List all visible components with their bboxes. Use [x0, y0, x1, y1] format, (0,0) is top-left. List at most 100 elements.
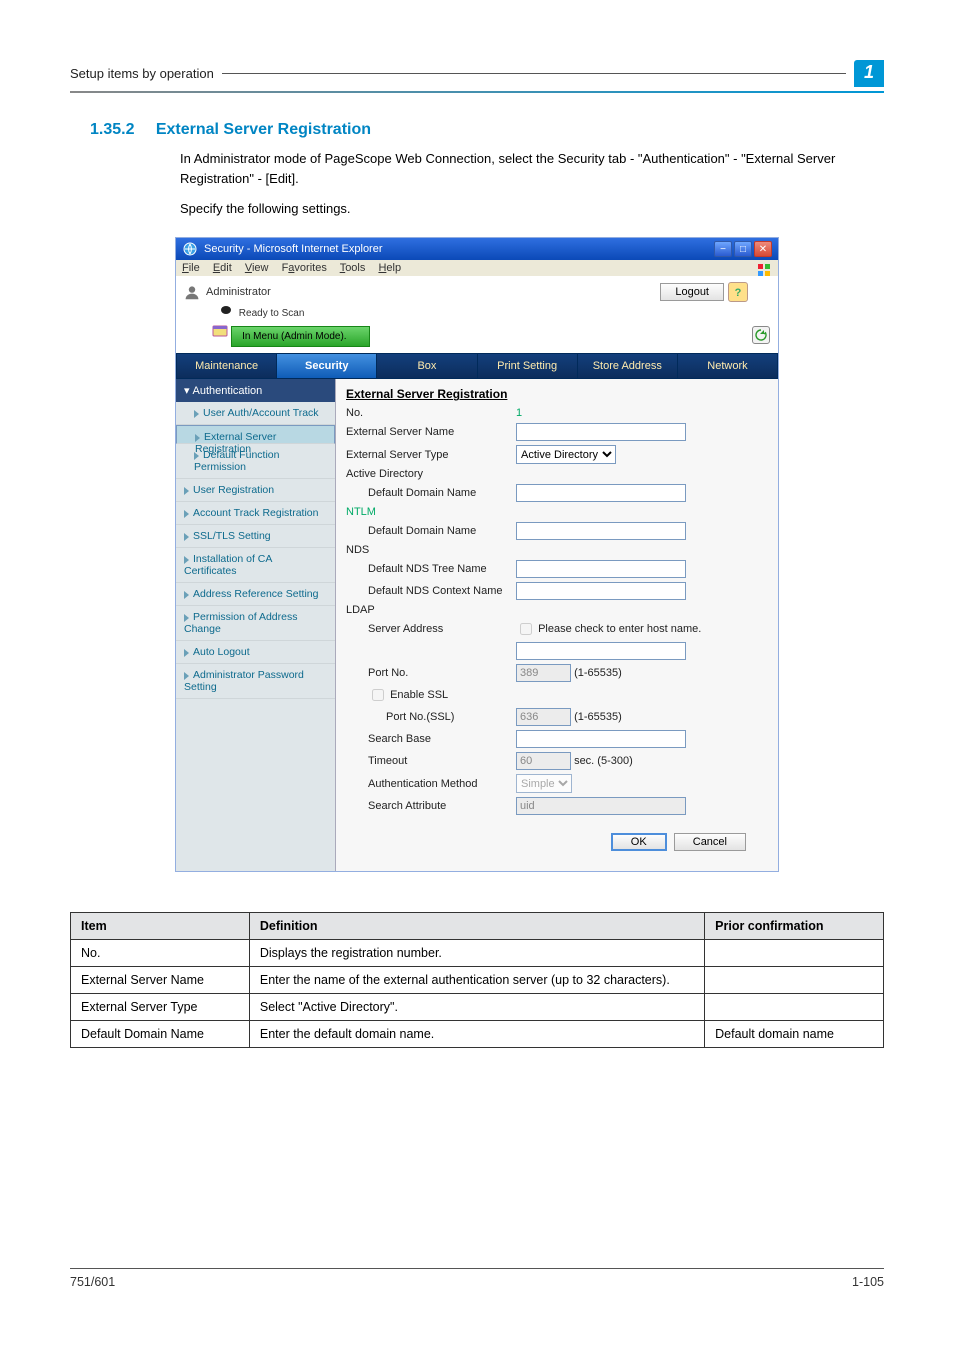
status-text: Ready to Scan [239, 308, 305, 319]
ok-button[interactable]: OK [611, 833, 667, 851]
label-ext-type: External Server Type [346, 449, 516, 461]
sidebar-item-user-auth[interactable]: User Auth/Account Track [176, 402, 335, 425]
sidebar-item-account-track[interactable]: Account Track Registration [176, 502, 335, 525]
value-no: 1 [516, 407, 768, 419]
label-ext-name: External Server Name [346, 426, 516, 438]
label-port-ssl: Port No.(SSL) [346, 711, 516, 723]
intro-paragraph-1: In Administrator mode of PageScope Web C… [180, 149, 884, 189]
input-nds-context[interactable] [516, 582, 686, 600]
menu-edit[interactable]: Edit [213, 262, 232, 274]
status-icon [220, 304, 232, 316]
label-port-no: Port No. [346, 667, 516, 679]
input-search-attr[interactable] [516, 797, 686, 815]
table-row: External Server TypeSelect "Active Direc… [71, 994, 884, 1021]
tab-box[interactable]: Box [376, 353, 476, 379]
close-button[interactable]: ✕ [754, 241, 772, 257]
header-gradient-rule [70, 91, 884, 93]
group-nds: NDS [346, 544, 768, 556]
group-ldap: LDAP [346, 604, 768, 616]
header-rule [222, 73, 846, 74]
menu-mode-label[interactable]: In Menu (Admin Mode). [231, 326, 370, 347]
sidebar-item-admin-password[interactable]: Administrator Password Setting [176, 664, 335, 699]
tab-security[interactable]: Security [276, 353, 376, 379]
table-row: External Server NameEnter the name of th… [71, 967, 884, 994]
sidebar-item-permission-address[interactable]: Permission of Address Change [176, 606, 335, 641]
select-auth-method[interactable]: Simple [516, 774, 572, 793]
input-server-addr[interactable] [516, 642, 686, 660]
input-nds-tree[interactable] [516, 560, 686, 578]
label-timeout-range: sec. (5-300) [574, 755, 633, 767]
window-title: Security - Microsoft Internet Explorer [204, 243, 383, 255]
maximize-button[interactable]: □ [734, 241, 752, 257]
checkbox-hostname[interactable] [520, 623, 532, 635]
group-ad: Active Directory [346, 468, 768, 480]
footer-left: 751/601 [70, 1275, 115, 1289]
sidebar-item-address-reference[interactable]: Address Reference Setting [176, 583, 335, 606]
input-ext-name[interactable] [516, 423, 686, 441]
th-item: Item [71, 913, 250, 940]
sidebar-item-ssl-tls[interactable]: SSL/TLS Setting [176, 525, 335, 548]
mode-icon [212, 323, 228, 339]
window-titlebar: Security - Microsoft Internet Explorer −… [176, 238, 778, 260]
label-ntlm-domain: Default Domain Name [346, 525, 516, 537]
cancel-button[interactable]: Cancel [674, 833, 746, 851]
minimize-button[interactable]: − [714, 241, 732, 257]
label-port-ssl-range: (1-65535) [574, 711, 622, 723]
label-no: No. [346, 407, 516, 419]
input-port-no[interactable] [516, 664, 571, 682]
select-ext-type[interactable]: Active Directory [516, 445, 616, 464]
svg-text:?: ? [735, 287, 742, 298]
logout-button[interactable]: Logout [660, 283, 724, 301]
menu-tools[interactable]: Tools [340, 262, 366, 274]
label-server-addr: Server Address [346, 623, 516, 635]
browser-menubar: File Edit View Favorites Tools Help [176, 260, 778, 276]
label-auth-method: Authentication Method [346, 778, 516, 790]
sidebar-group-authentication[interactable]: ▾Authentication [176, 379, 335, 402]
main-pane: External Server Registration No. 1 Exter… [336, 379, 778, 871]
input-timeout[interactable] [516, 752, 571, 770]
label-ad-domain: Default Domain Name [346, 487, 516, 499]
sidebar-item-ca-certificates[interactable]: Installation of CA Certificates [176, 548, 335, 583]
app-window: Security - Microsoft Internet Explorer −… [175, 237, 779, 872]
menu-file[interactable]: File [182, 262, 200, 274]
input-port-ssl[interactable] [516, 708, 571, 726]
refresh-button[interactable] [752, 326, 770, 344]
footer-right: 1-105 [852, 1275, 884, 1289]
label-nds-context: Default NDS Context Name [346, 585, 516, 597]
sidebar-item-default-function[interactable]: Default Function Permission [176, 444, 335, 479]
breadcrumb: Setup items by operation [70, 66, 214, 81]
ie-icon [182, 241, 198, 257]
tab-print-setting[interactable]: Print Setting [477, 353, 577, 379]
menu-favorites[interactable]: Favorites [282, 262, 327, 274]
group-ntlm: NTLM [346, 506, 768, 518]
input-search-base[interactable] [516, 730, 686, 748]
tab-network[interactable]: Network [677, 353, 778, 379]
section-number: 1.35.2 [90, 121, 134, 138]
sidebar-item-user-registration[interactable]: User Registration [176, 479, 335, 502]
windows-flag-icon [756, 262, 772, 278]
label-hostname-check: Please check to enter host name. [538, 623, 701, 635]
input-ad-domain[interactable] [516, 484, 686, 502]
label-port-range: (1-65535) [574, 667, 622, 679]
th-prior: Prior confirmation [705, 913, 884, 940]
help-button[interactable]: ? [728, 282, 748, 302]
checkbox-enable-ssl[interactable] [372, 689, 384, 701]
menu-help[interactable]: Help [378, 262, 401, 274]
menu-view[interactable]: View [245, 262, 269, 274]
definition-table: Item Definition Prior confirmation No.Di… [70, 912, 884, 1048]
tab-store-address[interactable]: Store Address [577, 353, 677, 379]
sidebar-item-auto-logout[interactable]: Auto Logout [176, 641, 335, 664]
chapter-badge: 1 [854, 60, 884, 87]
table-row: Default Domain NameEnter the default dom… [71, 1021, 884, 1048]
tab-maintenance[interactable]: Maintenance [176, 353, 276, 379]
admin-label: Administrator [206, 286, 271, 298]
label-enable-ssl: Enable SSL [390, 689, 448, 701]
input-ntlm-domain[interactable] [516, 522, 686, 540]
refresh-icon [755, 329, 767, 341]
sidebar-item-external-server[interactable]: External Server Registration [176, 425, 335, 444]
form-heading: External Server Registration [346, 387, 768, 401]
label-timeout: Timeout [346, 755, 516, 767]
help-icon: ? [732, 286, 744, 298]
section-title: External Server Registration [156, 121, 371, 138]
intro-paragraph-2: Specify the following settings. [180, 199, 884, 219]
